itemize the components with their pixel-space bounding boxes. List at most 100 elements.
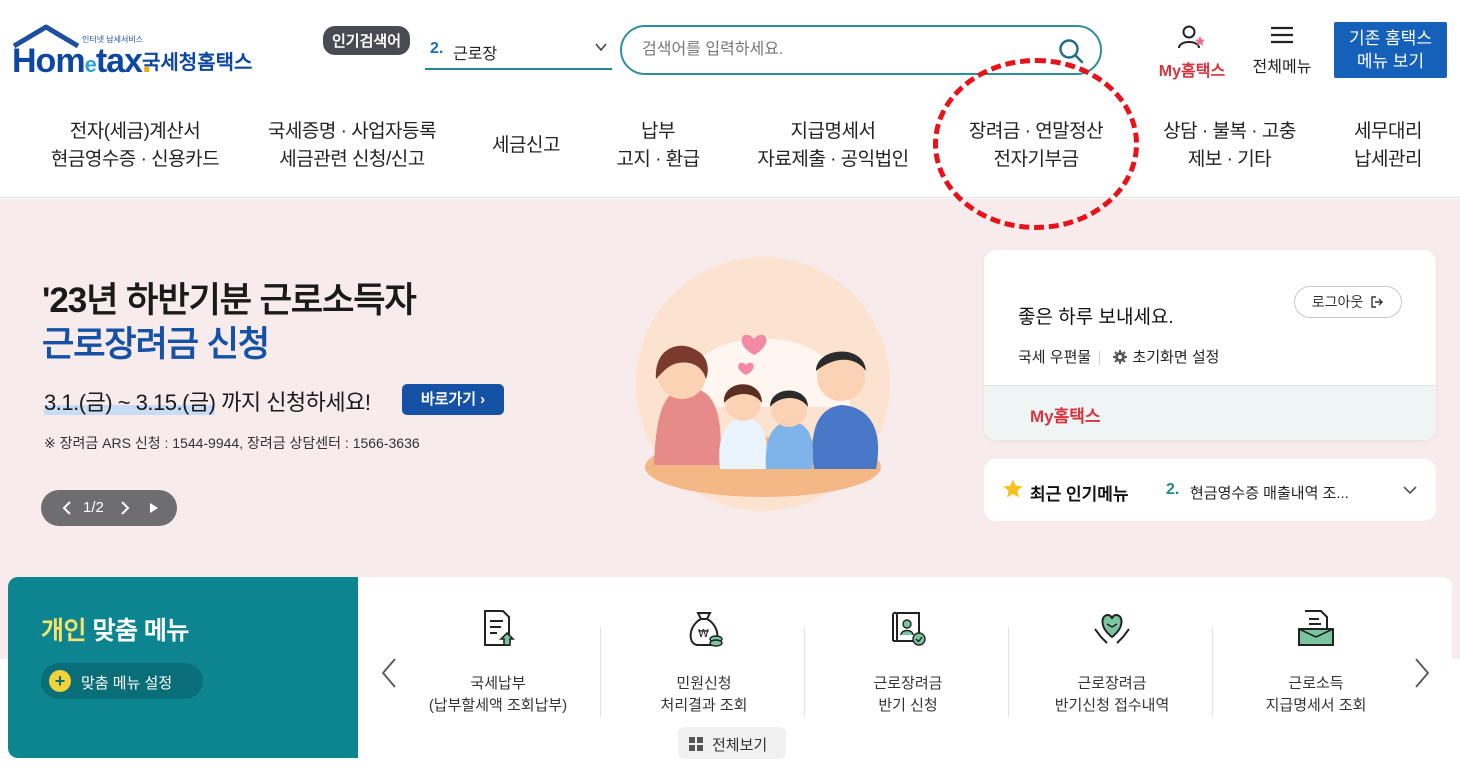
popular-search-badge: 인기검색어 [323, 26, 411, 55]
popular-menu-title: 최근 인기메뉴 [1030, 485, 1129, 504]
quick-item-incentive-history[interactable]: 근로장려금 반기신청 접수내역 [1010, 607, 1214, 717]
mailbox-link[interactable]: 국세 우편물 [1018, 349, 1091, 366]
nav-incentive-year-end[interactable]: 장려금 · 연말정산 전자기부금 [946, 118, 1126, 174]
nav-label: 현금영수증 · 신용카드 [50, 149, 220, 170]
nav-label: 상담 · 불복 · 고충 [1163, 121, 1296, 142]
play-icon[interactable] [147, 498, 161, 518]
popular-menu-rank: 2. [1166, 481, 1180, 498]
quick-item-sublabel: 반기 신청 [878, 697, 938, 714]
search-icon[interactable] [1058, 38, 1084, 64]
quick-item-label: 근로장려금 [873, 675, 943, 692]
quick-item-sublabel: 반기신청 접수내역 [1054, 697, 1170, 714]
my-hometax-button[interactable]: My홈택스 [1152, 24, 1232, 81]
search-box [620, 25, 1102, 75]
hero-title: '23년 하반기분 근로소득자 근로장려금 신청 [42, 279, 417, 367]
header: 인터넷 납세서비스 Hometax. 국세청홈택스 인기검색어 2. 근로장 M… [0, 0, 1460, 100]
nav-e-invoice[interactable]: 전자(세금)계산서 현금영수증 · 신용카드 [30, 118, 240, 174]
hero-period-dates: 3.1.(금) ~ 3.15.(금) [44, 390, 216, 415]
nav-label: 납세관리 [1354, 149, 1422, 170]
hero-note: ※ 장려금 ARS 신청 : 1544-9944, 장려금 상담센터 : 156… [44, 435, 420, 451]
logo-korean: 국세청홈택스 [142, 52, 253, 74]
hometax-logo[interactable]: 인터넷 납세서비스 Hometax. 국세청홈택스 [10, 22, 260, 82]
quick-menu: 국세납부 (납부할세액 조회납부) ₩ 민원신청 처리결과 조회 근로장려금 반… [358, 577, 1452, 759]
nav-label: 전자기부금 [993, 149, 1079, 170]
personal-title-highlight: 개인 [41, 617, 87, 645]
personal-title-rest: 맞춤 메뉴 [86, 617, 189, 645]
quick-item-income-statement[interactable]: 근로소득 지급명세서 조회 [1214, 607, 1418, 717]
nav-payment[interactable]: 납부 고지 · 환급 [598, 118, 718, 174]
nav-label: 세금신고 [492, 135, 560, 156]
my-hometax-bar[interactable]: My홈택스 [984, 385, 1436, 440]
popular-search-rank: 2. [430, 40, 444, 57]
hamburger-icon [1271, 26, 1293, 44]
divider [1008, 627, 1009, 717]
hero-period-suffix: 까지 신청하세요! [215, 390, 371, 415]
old-home-line2: 메뉴 보기 [1356, 52, 1425, 71]
old-hometax-menu-button[interactable]: 기존 홈택스 메뉴 보기 [1334, 22, 1447, 78]
greeting-text: 좋은 하루 보내세요. [1018, 307, 1174, 328]
popular-search-term: 근로장 [453, 46, 498, 63]
personal-menu-panel: 개인 맞춤 메뉴 + 맞춤 메뉴 설정 [8, 577, 358, 758]
gear-icon [1113, 350, 1128, 364]
logout-label: 로그아웃 [1311, 294, 1364, 310]
nav-label: 국세증명 · 사업자등록 [267, 121, 437, 142]
init-setting-link[interactable]: 초기화면 설정 [1133, 349, 1220, 366]
tax-payment-icon [484, 610, 515, 646]
svg-text:₩: ₩ [698, 627, 709, 640]
incentive-apply-icon [892, 611, 926, 646]
search-input[interactable] [642, 37, 1042, 63]
popular-search-select[interactable]: 2. 근로장 [425, 30, 612, 70]
logo-brand: Hometax. [12, 42, 151, 80]
family-illustration [636, 257, 890, 511]
nav-payment-statement[interactable]: 지급명세서 자료제출 · 공익법인 [738, 118, 928, 174]
quick-item-label: 국세납부 [470, 675, 526, 692]
nav-tax-report[interactable]: 세금신고 [476, 132, 576, 160]
my-hometax-link: My홈택스 [1030, 407, 1101, 426]
grid-icon [689, 737, 703, 751]
user-star-icon [1178, 25, 1205, 49]
login-links: 국세 우편물 초기화면 설정 [1018, 346, 1219, 367]
personal-menu-setting-button[interactable]: + 맞춤 메뉴 설정 [41, 663, 203, 699]
quick-item-sublabel: (납부할세액 조회납부) [428, 697, 568, 714]
view-all-button[interactable]: 전체보기 [678, 727, 786, 759]
view-all-label: 전체보기 [712, 737, 768, 754]
quick-item-label: 근로장려금 [1077, 675, 1147, 692]
quick-item-sublabel: 처리결과 조회 [660, 697, 748, 714]
nav-label: 장려금 · 연말정산 [968, 121, 1104, 142]
heart-hands-icon [1094, 613, 1130, 644]
my-hometax-label: My홈택스 [1158, 63, 1226, 80]
nav-label: 제보 · 기타 [1187, 149, 1272, 170]
quick-item-tax-payment[interactable]: 국세납부 (납부할세액 조회납부) [396, 607, 600, 717]
plus-icon: + [49, 670, 71, 692]
nav-consult[interactable]: 상담 · 불복 · 고충 제보 · 기타 [1142, 118, 1317, 174]
quick-item-sublabel: 지급명세서 조회 [1265, 697, 1367, 714]
setting-label: 맞춤 메뉴 설정 [81, 675, 173, 692]
nav-label: 납부 [641, 121, 675, 142]
chevron-down-icon [595, 43, 607, 52]
nav-label: 고지 · 환급 [616, 149, 700, 170]
chevron-right-icon[interactable] [119, 498, 131, 518]
quick-item-civil-request[interactable]: ₩ 민원신청 처리결과 조회 [602, 607, 806, 717]
nav-tax-agent[interactable]: 세무대리 납세관리 [1338, 118, 1438, 174]
logout-button[interactable]: 로그아웃 [1294, 286, 1402, 318]
nav-label: 지급명세서 [790, 121, 876, 142]
money-bag-icon: ₩ [689, 612, 723, 647]
hero-period: 3.1.(금) ~ 3.15.(금) 까지 신청하세요! [44, 385, 371, 417]
divider [804, 627, 805, 717]
chevron-down-icon[interactable] [1402, 483, 1418, 497]
star-icon [1003, 479, 1023, 498]
banner-pager: 1/2 [41, 490, 177, 526]
popular-menu-card[interactable]: 최근 인기메뉴 2. 현금영수증 매출내역 조... [984, 459, 1436, 521]
nav-label: 자료제출 · 공익법인 [757, 149, 909, 170]
hero-title-line2: 근로장려금 신청 [42, 325, 270, 364]
all-menu-button[interactable]: 전체메뉴 [1246, 24, 1318, 77]
nav-label: 세금관련 신청/신고 [279, 149, 425, 170]
personal-menu-title: 개인 맞춤 메뉴 [41, 611, 189, 647]
nav-tax-certificate[interactable]: 국세증명 · 사업자등록 세금관련 신청/신고 [247, 118, 457, 174]
pager-count: 1/2 [83, 499, 104, 516]
hero-title-line1: '23년 하반기분 근로소득자 [42, 281, 417, 320]
divider [600, 627, 601, 717]
chevron-left-icon[interactable] [61, 498, 73, 518]
quick-item-incentive-apply[interactable]: 근로장려금 반기 신청 [806, 607, 1010, 717]
go-button[interactable]: 바로가기 › [402, 384, 504, 415]
